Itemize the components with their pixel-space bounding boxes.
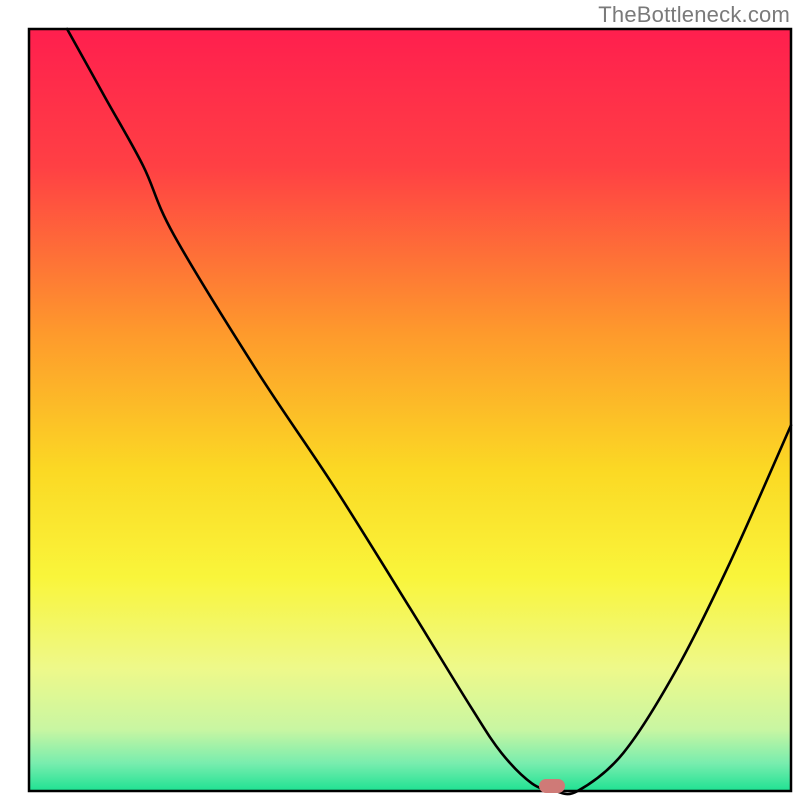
gradient-background xyxy=(30,30,790,790)
optimal-marker xyxy=(539,779,565,793)
bottleneck-chart xyxy=(0,0,800,800)
chart-canvas: TheBottleneck.com xyxy=(0,0,800,800)
